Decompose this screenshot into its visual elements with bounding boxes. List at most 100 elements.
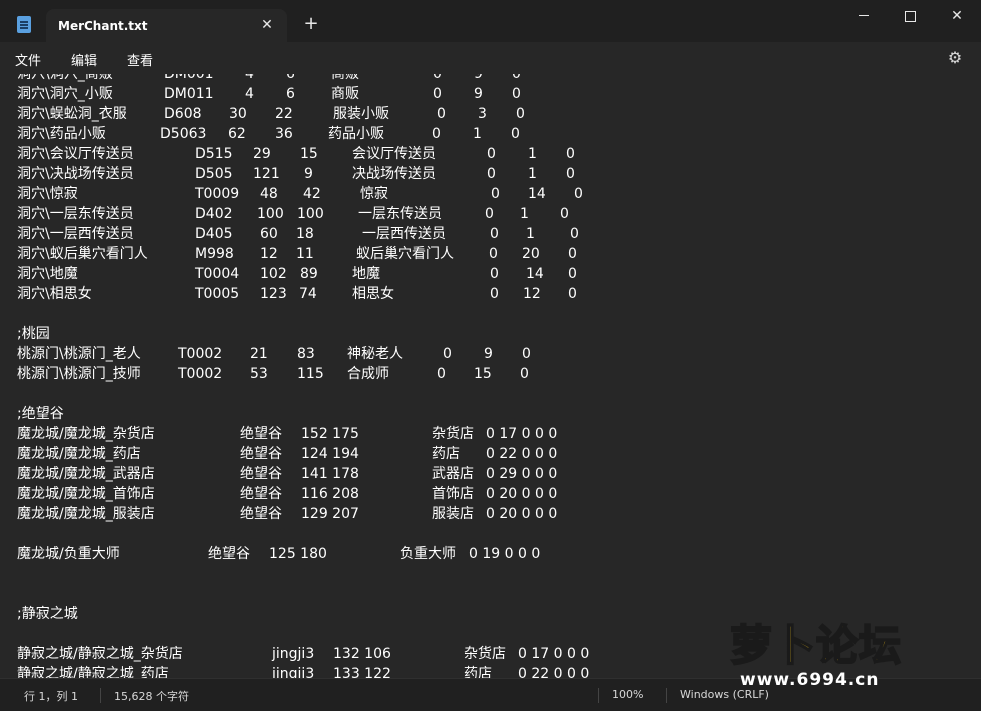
tab-merchant-txt[interactable]: MerChant.txt ✕ bbox=[46, 9, 287, 42]
text-segment: 服装店 bbox=[432, 506, 474, 522]
settings-gear-icon[interactable]: ⚙ bbox=[946, 49, 964, 67]
text-line[interactable]: 桃源门\桃源门_技师 T0002 53 115 合成师 0 15 0 bbox=[0, 364, 981, 384]
text-segment: 静寂之城/静寂之城_杂货店 bbox=[17, 646, 183, 662]
text-line[interactable]: 洞穴\洞穴_小贩 DM011 4 6 商贩 0 9 0 bbox=[0, 84, 981, 104]
text-line[interactable] bbox=[0, 304, 981, 324]
tab-title: MerChant.txt bbox=[58, 19, 148, 33]
text-line[interactable] bbox=[0, 584, 981, 604]
text-segment: 9 bbox=[304, 166, 313, 182]
text-segment: 药店 bbox=[464, 666, 492, 678]
text-segment: 武器店 bbox=[432, 466, 474, 482]
text-segment: 0 bbox=[568, 286, 577, 302]
text-segment: ;静寂之城 bbox=[17, 606, 78, 622]
text-segment: 0 bbox=[433, 86, 442, 102]
text-segment: 11 bbox=[296, 246, 314, 262]
text-segment: M998 bbox=[195, 246, 234, 262]
text-segment: 0 bbox=[511, 126, 520, 142]
text-segment: 蚁后巢穴看门人 bbox=[356, 246, 454, 262]
text-segment: 0 bbox=[437, 366, 446, 382]
text-line[interactable] bbox=[0, 384, 981, 404]
text-line[interactable]: 洞穴\决战场传送员 D505 121 9 决战场传送员 0 1 0 bbox=[0, 164, 981, 184]
minimize-button[interactable] bbox=[853, 6, 875, 26]
text-segment: 116 208 bbox=[301, 486, 359, 502]
text-segment: 22 bbox=[275, 106, 293, 122]
text-segment: 杂货店 bbox=[432, 426, 474, 442]
text-segment: 0 bbox=[570, 226, 579, 242]
menu-edit[interactable]: 编辑 bbox=[71, 50, 97, 69]
text-segment: 1 bbox=[526, 226, 535, 242]
text-line[interactable]: ;绝望谷 bbox=[0, 404, 981, 424]
text-line[interactable]: 洞穴\地魔 T0004 102 89 地魔 0 14 0 bbox=[0, 264, 981, 284]
text-segment: 魔龙城/魔龙城_杂货店 bbox=[17, 426, 155, 442]
text-line[interactable]: 洞穴\惊寂 T0009 48 42 惊寂 0 14 0 bbox=[0, 184, 981, 204]
forum-watermark: 萝卜论坛 www.6994.cn bbox=[729, 612, 970, 698]
text-segment: 9 bbox=[474, 86, 483, 102]
menu-view[interactable]: 查看 bbox=[127, 50, 153, 69]
text-line[interactable]: 洞穴\一层东传送员 D402 100 100 一层东传送员 0 1 0 bbox=[0, 204, 981, 224]
text-line[interactable]: ;桃园 bbox=[0, 324, 981, 344]
text-segment: 0 bbox=[443, 346, 452, 362]
text-line[interactable] bbox=[0, 564, 981, 584]
text-segment: 15 bbox=[300, 146, 318, 162]
tab-close-icon[interactable]: ✕ bbox=[259, 17, 275, 33]
new-tab-button[interactable]: + bbox=[301, 14, 321, 34]
text-segment: DM001 bbox=[164, 74, 214, 82]
text-line[interactable]: 洞穴\会议厅传送员 D515 29 15 会议厅传送员 0 1 0 bbox=[0, 144, 981, 164]
text-segment: 药店 bbox=[432, 446, 460, 462]
zoom-level[interactable]: 100% bbox=[612, 688, 643, 701]
text-segment: 0 bbox=[522, 346, 531, 362]
text-segment: 0 bbox=[568, 246, 577, 262]
text-segment: 洞穴\决战场传送员 bbox=[17, 166, 134, 182]
text-line[interactable]: 魔龙城/魔龙城_武器店 绝望谷 141 178 武器店 0 29 0 0 0 bbox=[0, 464, 981, 484]
text-segment: 魔龙城/负重大师 bbox=[17, 546, 120, 562]
text-segment: 29 bbox=[253, 146, 271, 162]
text-line[interactable]: 洞穴\药品小贩 D5063 62 36 药品小贩 0 1 0 bbox=[0, 124, 981, 144]
text-line[interactable]: 魔龙城/魔龙城_杂货店 绝望谷 152 175 杂货店 0 17 0 0 0 bbox=[0, 424, 981, 444]
text-segment: 洞穴\蜈蚣洞_衣服 bbox=[17, 106, 127, 122]
text-segment: 魔龙城/魔龙城_药店 bbox=[17, 446, 141, 462]
text-segment: 0 bbox=[512, 74, 521, 82]
text-line[interactable]: 洞穴\洞穴_商贩 DM001 4 6 商贩 0 9 0 bbox=[0, 74, 981, 84]
text-segment: 9 bbox=[474, 74, 483, 82]
text-segment: 60 bbox=[260, 226, 278, 242]
text-segment: 洞穴\地魔 bbox=[17, 266, 78, 282]
text-line[interactable]: 洞穴\蜈蚣洞_衣服 D608 30 22 服装小贩 0 3 0 bbox=[0, 104, 981, 124]
text-segment: 一层东传送员 bbox=[358, 206, 442, 222]
menu-file[interactable]: 文件 bbox=[15, 50, 41, 69]
text-line[interactable]: 魔龙城/魔龙城_药店 绝望谷 124 194 药店 0 22 0 0 0 bbox=[0, 444, 981, 464]
text-line[interactable]: 洞穴\蚁后巢穴看门人 M998 12 11 蚁后巢穴看门人 0 20 0 bbox=[0, 244, 981, 264]
text-segment: 0 bbox=[516, 106, 525, 122]
text-editor-area[interactable]: 洞穴\洞穴_商贩 DM001 4 6 商贩 0 9 0 洞穴\洞穴_小贩 DM011 4 6 商贩 0 9 0… bbox=[0, 74, 981, 678]
text-segment: T0009 bbox=[195, 186, 240, 202]
text-segment: 0 bbox=[487, 166, 496, 182]
text-line[interactable]: 桃源门\桃源门_老人 T0002 21 83 神秘老人 0 9 0 bbox=[0, 344, 981, 364]
text-segment: 绝望谷 bbox=[240, 446, 282, 462]
text-line[interactable]: 魔龙城/魔龙城_首饰店 绝望谷 116 208 首饰店 0 20 0 0 0 bbox=[0, 484, 981, 504]
text-segment: 14 bbox=[528, 186, 546, 202]
text-line[interactable]: 洞穴\一层西传送员 D405 60 18 一层西传送员 0 1 0 bbox=[0, 224, 981, 244]
text-segment: 0 20 0 0 0 bbox=[486, 506, 558, 522]
close-window-button[interactable]: ✕ bbox=[946, 6, 968, 26]
text-segment: T0005 bbox=[195, 286, 240, 302]
maximize-button[interactable] bbox=[899, 6, 921, 26]
text-segment: 神秘老人 bbox=[347, 346, 403, 362]
text-segment: 18 bbox=[296, 226, 314, 242]
text-segment: 20 bbox=[522, 246, 540, 262]
text-line[interactable]: 魔龙城/负重大师 绝望谷 125 180 负重大师 0 19 0 0 0 bbox=[0, 544, 981, 564]
text-segment: 杂货店 bbox=[464, 646, 506, 662]
text-segment: 48 bbox=[260, 186, 278, 202]
text-line[interactable] bbox=[0, 524, 981, 544]
text-segment: 0 bbox=[437, 106, 446, 122]
status-divider bbox=[100, 688, 101, 703]
text-segment: 首饰店 bbox=[432, 486, 474, 502]
text-segment: 洞穴\一层东传送员 bbox=[17, 206, 134, 222]
text-line[interactable]: 魔龙城/魔龙城_服装店 绝望谷 129 207 服装店 0 20 0 0 0 bbox=[0, 504, 981, 524]
text-line[interactable]: 洞穴\相思女 T0005 123 74 相思女 0 12 0 bbox=[0, 284, 981, 304]
text-segment: 1 bbox=[528, 146, 537, 162]
menu-bar: 文件 编辑 查看 ⚙ bbox=[0, 42, 981, 74]
text-segment: 12 bbox=[523, 286, 541, 302]
text-segment: 129 207 bbox=[301, 506, 359, 522]
cursor-position: 行 1，列 1 bbox=[24, 690, 78, 703]
text-segment: 12 bbox=[260, 246, 278, 262]
text-segment: 桃源门\桃源门_老人 bbox=[17, 346, 141, 362]
